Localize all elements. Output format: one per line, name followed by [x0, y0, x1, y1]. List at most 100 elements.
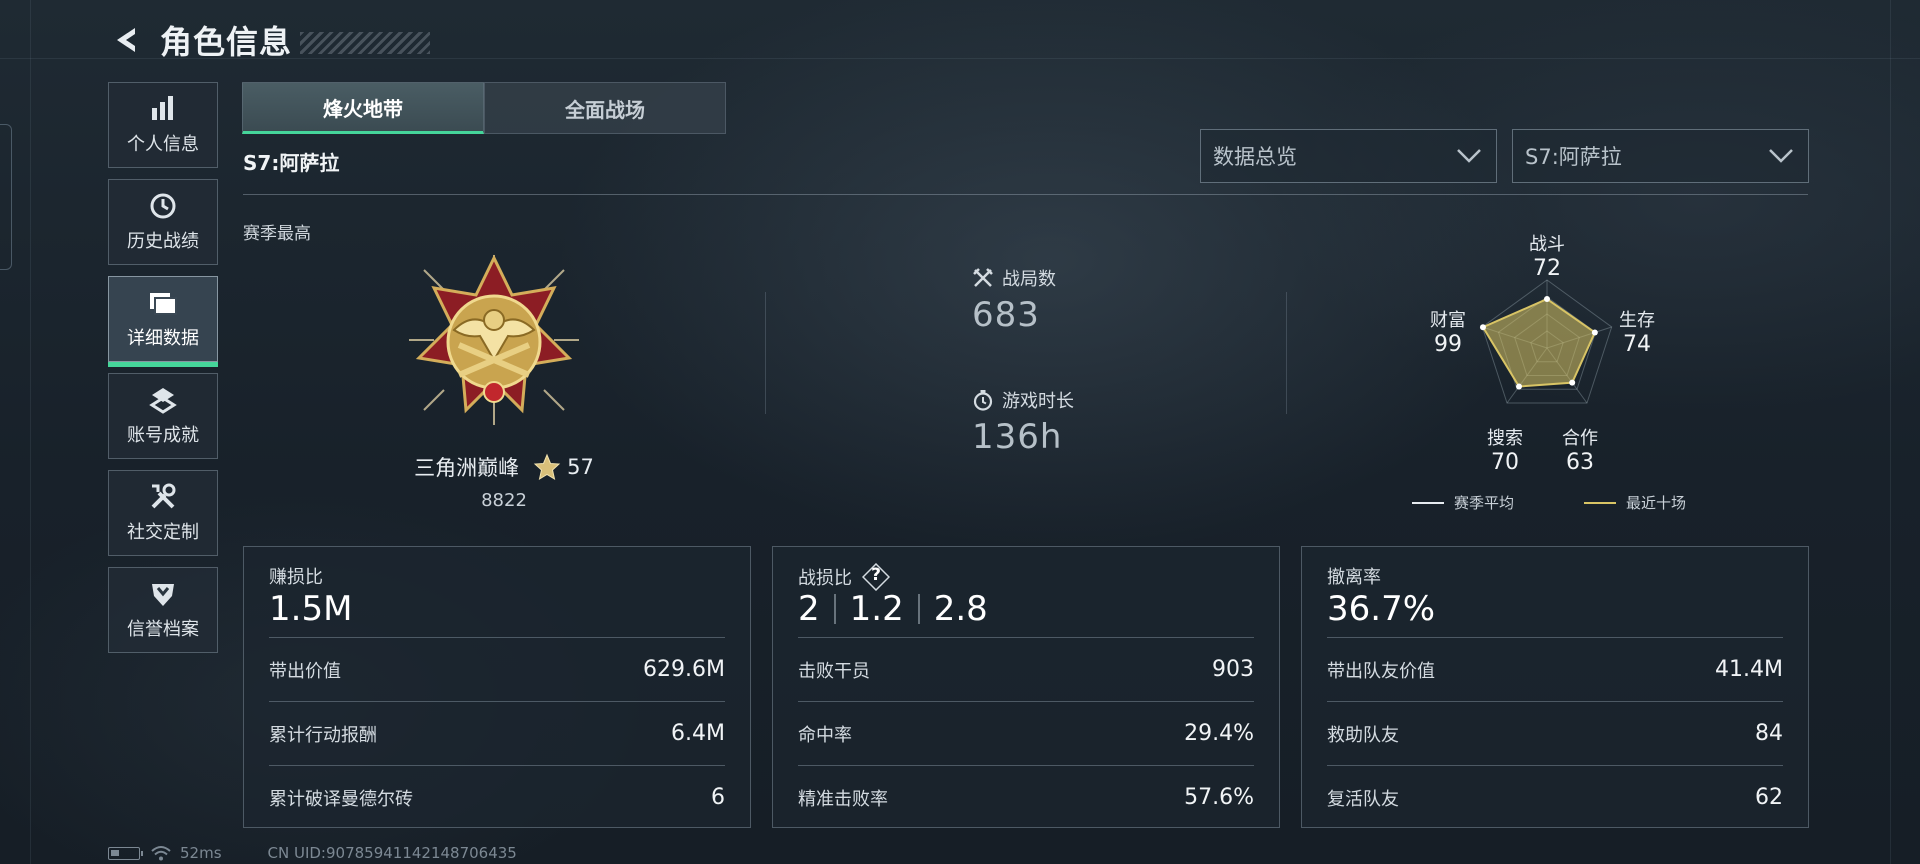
view-select[interactable]: 数据总览 [1200, 129, 1497, 183]
radar-series-recent [1481, 297, 1597, 388]
legend-recent-ten: 最近十场 [1584, 492, 1686, 513]
rank-badge-emblem [404, 250, 584, 430]
stat-row-label: 复活队友 [1327, 788, 1399, 810]
card-main-value: 1.5M [269, 589, 353, 629]
radar-axis-label: 合作 [1562, 428, 1598, 449]
stat-row-label: 击败干员 [798, 660, 870, 682]
sidebar-item-social[interactable]: 社交定制 [108, 470, 218, 556]
sidebar-item-label: 社交定制 [127, 522, 199, 543]
card-main-value: 36.7% [1327, 589, 1436, 629]
sidebar-item-label: 信誉档案 [127, 619, 199, 640]
history-icon [148, 191, 178, 221]
legend-label: 最近十场 [1626, 494, 1687, 512]
sidebar-item-reputation[interactable]: 信誉档案 [108, 567, 218, 653]
title-decoration [300, 32, 431, 54]
crossed-swords-icon [972, 267, 994, 289]
stat-row-value: 629.6M [643, 657, 725, 682]
rank-star-count: 57 [567, 455, 594, 479]
sidebar-item-detailed-data[interactable]: 详细数据 [108, 276, 218, 367]
sidebar-item-label: 历史战绩 [127, 231, 199, 252]
stat-row-value: 62 [1755, 785, 1783, 810]
sidebar-item-label: 个人信息 [127, 134, 199, 155]
card-label: 战损比 [798, 568, 852, 589]
radar-axis-value: 72 [1533, 256, 1561, 281]
kd-value: 2.8 [933, 589, 988, 629]
stat-row-label: 带出价值 [269, 660, 341, 682]
tools-icon [148, 482, 178, 512]
folder-icon [148, 288, 178, 318]
radar-axis-value: 63 [1566, 450, 1594, 475]
kd-value: 1.2 [849, 589, 904, 629]
ping-value: 52ms [180, 844, 222, 862]
radar-point [1516, 383, 1523, 390]
stat-row: 击败干员 903 [798, 637, 1254, 701]
stat-row: 命中率 29.4% [798, 701, 1254, 765]
help-icon-glyph: ? [871, 565, 881, 585]
playtime-label: 游戏时长 [1002, 391, 1074, 412]
stat-row-label: 救助队友 [1327, 724, 1399, 746]
wifi-icon [150, 844, 172, 862]
kd-separator [917, 594, 920, 624]
status-footer: 52ms CN UID:9078594114214870643​5 [108, 844, 517, 862]
section-divider [243, 194, 1808, 195]
view-select-value: 数据总览 [1213, 145, 1297, 169]
tab-full-battlefield[interactable]: 全面战场 [484, 82, 726, 134]
season-label: S7:阿萨拉 [243, 151, 340, 175]
season-best-label: 赛季最高 [243, 224, 311, 244]
shield-icon [148, 579, 178, 609]
season-select-value: S7:阿萨拉 [1525, 145, 1622, 169]
stat-row: 带出价值 629.6M [269, 637, 725, 701]
sidebar-item-personal-info[interactable]: 个人信息 [108, 82, 218, 168]
stat-row-label: 带出队友价值 [1327, 660, 1435, 682]
legend-season-average: 赛季平均 [1412, 492, 1514, 513]
profit-ratio-card: 赚损比 1.5M 带出价值 629.6M 累计行动报酬 6.4M 累计破译曼德尔… [243, 546, 751, 828]
radar-axis-combat: 战斗 72 [1512, 230, 1582, 281]
card-label-row: 战损比 ? [798, 562, 891, 592]
stat-row: 带出队友价值 41.4M [1327, 637, 1783, 701]
radar-axis-value: 74 [1623, 332, 1651, 357]
stat-row-label: 精准击败率 [798, 788, 888, 810]
playtime-stat: 游戏时长 136h [972, 387, 1074, 457]
achievement-icon [148, 385, 178, 415]
season-select[interactable]: S7:阿萨拉 [1512, 129, 1809, 183]
back-arrow-icon[interactable] [110, 23, 144, 57]
sidebar: 个人信息 历史战绩 详细数据 账号成就 社交定制 信誉档案 [108, 82, 220, 664]
tab-hazard-zone[interactable]: 烽火地带 [242, 82, 484, 134]
help-icon[interactable]: ? [861, 562, 891, 592]
kd-separator [833, 594, 836, 624]
background-grid-line [30, 0, 31, 864]
vertical-divider [1286, 292, 1287, 414]
radar-axis-label: 财富 [1430, 310, 1466, 331]
matches-stat: 战局数 683 [972, 265, 1056, 335]
radar-axis-label: 战斗 [1529, 234, 1565, 255]
sidebar-item-label: 账号成就 [127, 425, 199, 446]
side-drawer-handle[interactable] [0, 124, 12, 270]
card-label: 撤离率 [1327, 567, 1381, 588]
stopwatch-icon [972, 389, 994, 411]
card-label: 赚损比 [269, 567, 323, 588]
legend-swatch [1584, 501, 1616, 504]
matches-value: 683 [972, 295, 1040, 335]
kd-ratio-card: 战损比 ? 2 1.2 2.8 击败干员 903 命中率 29.4% 精准击败率… [772, 546, 1280, 828]
vertical-divider [765, 292, 766, 414]
radar-axis-survival: 生存 74 [1602, 306, 1672, 357]
legend-label: 赛季平均 [1454, 494, 1515, 512]
sidebar-item-history[interactable]: 历史战绩 [108, 179, 218, 265]
kd-value: 2 [798, 589, 820, 629]
stat-row-label: 累计破译曼德尔砖 [269, 788, 413, 810]
stat-row-value: 903 [1212, 657, 1254, 682]
stat-row: 精准击败率 57.6% [798, 765, 1254, 829]
sidebar-item-achievements[interactable]: 账号成就 [108, 373, 218, 459]
player-uid: CN UID:9078594114214870643​5 [267, 844, 517, 862]
background-grid-line [1890, 0, 1891, 864]
matches-label: 战局数 [1002, 269, 1056, 290]
radar-point [1544, 296, 1550, 303]
radar-axis-value: 99 [1434, 332, 1462, 357]
radar-point [1591, 329, 1598, 336]
radar-axis-label: 搜索 [1487, 428, 1523, 449]
page-title: 角色信息 [160, 23, 293, 61]
page-header: 角色信息 [110, 18, 431, 62]
chevron-down-icon [1768, 143, 1794, 169]
stat-row-value: 6 [711, 785, 725, 810]
rank-name: 三角洲巅峰 [414, 456, 520, 480]
